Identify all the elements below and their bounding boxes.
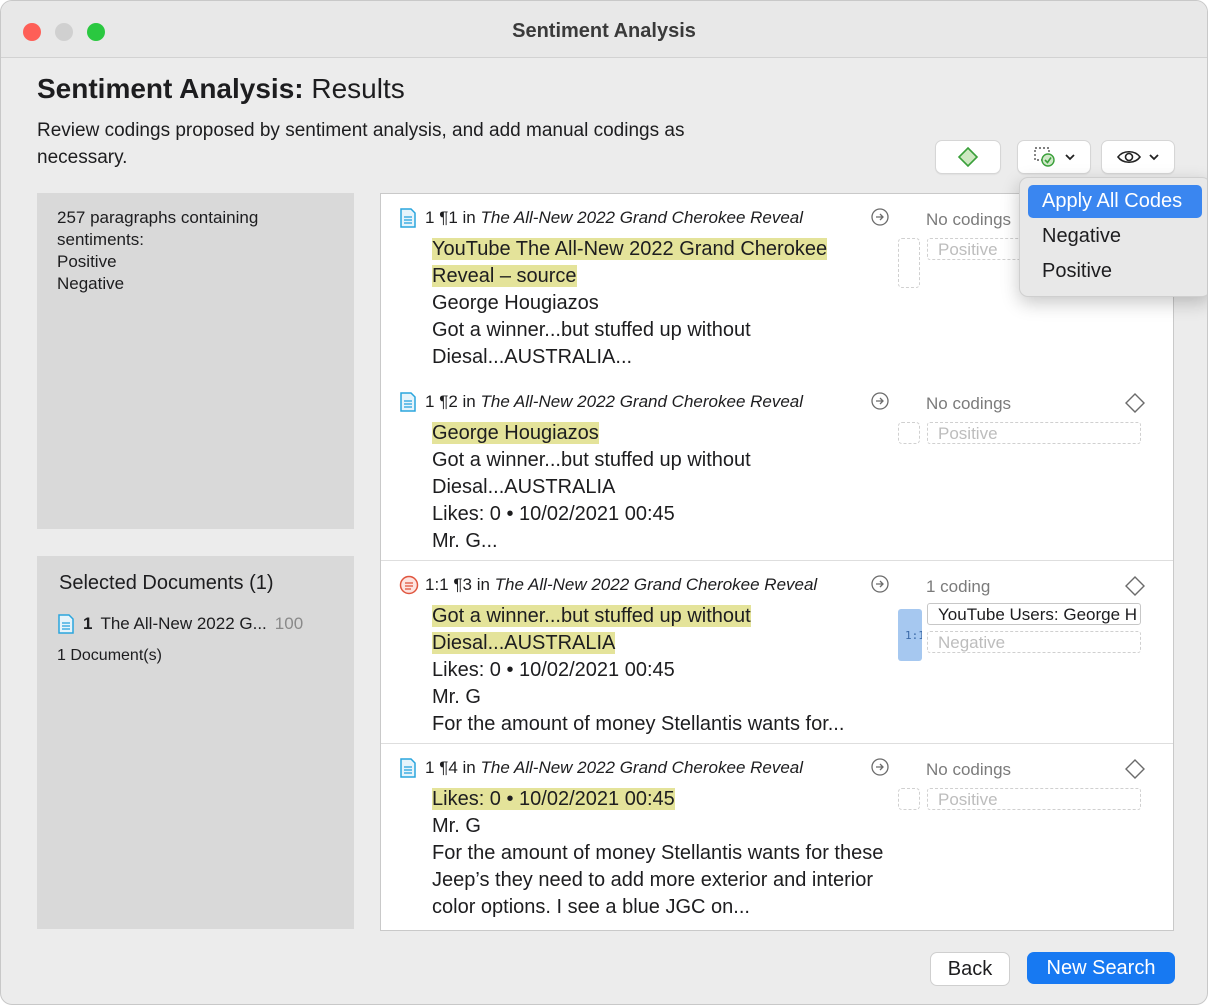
diamond-icon[interactable] <box>1124 758 1146 780</box>
go-to-icon[interactable] <box>871 575 889 593</box>
document-list-item[interactable]: 1 The All-New 2022 G... 100 <box>57 614 303 634</box>
result-paragraph: ¶2 <box>439 392 458 411</box>
result-header: 1 ¶2 in The All-New 2022 Grand Cherokee … <box>399 392 803 412</box>
coding-stripe-icon: 1:1 <box>905 629 925 642</box>
coding-status: No codings <box>926 210 1012 229</box>
sentiment-analysis-window: Sentiment Analysis Sentiment Analysis: R… <box>0 0 1208 1005</box>
apply-codes-dropdown-menu: Apply All Codes Negative Positive <box>1019 177 1207 297</box>
apply-codes-icon <box>1034 147 1055 167</box>
result-source: The All-New 2022 Grand Cherokee Reveal <box>480 758 804 777</box>
document-count-label: 1 Document(s) <box>57 647 162 664</box>
highlighted-segment: YouTube The All-New 2022 Grand Cherokee … <box>432 238 828 287</box>
selected-documents-panel: Selected Documents (1) 1 The All-New 202… <box>37 556 354 929</box>
code-slot[interactable] <box>898 422 920 444</box>
menu-item-apply-all-codes[interactable]: Apply All Codes <box>1028 185 1202 218</box>
result-doc-number: 1 <box>425 208 435 227</box>
menu-item-negative[interactable]: Negative <box>1028 220 1202 253</box>
document-icon <box>400 208 416 228</box>
result-text-rest: Got a winner...but stuffed up without Di… <box>432 449 751 552</box>
page-subtitle: Review codings proposed by sentiment ana… <box>37 120 685 168</box>
code-drop-box[interactable]: Negative <box>927 631 1141 653</box>
menu-item-positive[interactable]: Positive <box>1028 255 1202 288</box>
highlighted-segment: Got a winner...but stuffed up without Di… <box>432 605 751 654</box>
document-count: 100 <box>274 614 304 633</box>
result-text: George Hougiazos Got a winner...but stuff… <box>432 420 892 555</box>
summary-sentiment-positive: Positive <box>57 252 117 271</box>
result-header: 1 ¶4 in The All-New 2022 Grand Cherokee … <box>399 758 803 778</box>
code-slot[interactable] <box>898 238 920 288</box>
summary-panel: 257 paragraphs containing sentiments: Po… <box>37 193 354 529</box>
document-icon <box>58 614 74 634</box>
coding-status: No codings <box>926 760 1012 779</box>
eye-icon <box>1117 150 1141 164</box>
chevron-down-icon <box>1065 154 1075 161</box>
highlighted-segment: George Hougiazos <box>432 422 599 444</box>
svg-text:1:1: 1:1 <box>905 629 922 642</box>
result-doc-number: 1 <box>425 392 435 411</box>
document-icon <box>400 392 416 412</box>
code-drop-box[interactable]: Positive <box>927 788 1141 810</box>
result-doc-number: 1 <box>425 758 435 777</box>
document-number: 1 <box>83 614 93 633</box>
result-in-label: in <box>462 758 476 777</box>
result-paragraph: ¶1 <box>439 208 458 227</box>
result-text-rest: Likes: 0 • 10/02/2021 00:45 Mr. G For th… <box>432 659 845 735</box>
result-header: 1:1 ¶3 in The All-New 2022 Grand Cheroke… <box>399 575 817 595</box>
coded-segment-icon <box>399 575 419 595</box>
page-title-rest: Results <box>311 73 405 104</box>
result-text: Got a winner...but stuffed up without Di… <box>432 603 892 738</box>
window-title: Sentiment Analysis <box>512 20 696 42</box>
result-source: The All-New 2022 Grand Cherokee Reveal <box>480 392 804 411</box>
code-slot[interactable] <box>898 788 920 810</box>
result-text: YouTube The All-New 2022 Grand Cherokee … <box>432 236 892 371</box>
go-to-icon[interactable] <box>871 392 889 410</box>
apply-codes-menu-button[interactable] <box>1017 140 1091 174</box>
go-to-icon[interactable] <box>871 758 889 776</box>
page-title: Sentiment Analysis: Results <box>37 73 405 105</box>
result-item[interactable]: 1 ¶2 in The All-New 2022 Grand Cherokee … <box>381 378 1173 561</box>
new-search-button[interactable]: New Search <box>1027 952 1175 984</box>
results-list[interactable]: 1 ¶1 in The All-New 2022 Grand Cherokee … <box>380 193 1174 931</box>
applied-code[interactable]: YouTube Users: George H <box>927 603 1141 625</box>
result-source: The All-New 2022 Grand Cherokee Reveal <box>494 575 818 594</box>
result-paragraph: ¶3 <box>453 575 472 594</box>
result-in-label: in <box>462 392 476 411</box>
selected-documents-heading: Selected Documents (1) <box>59 572 274 594</box>
code-diamond-button[interactable] <box>935 140 1001 174</box>
summary-text: 257 paragraphs containing sentiments: Po… <box>57 207 317 295</box>
chevron-down-icon <box>1149 154 1159 161</box>
title-bar: Sentiment Analysis <box>1 1 1207 58</box>
summary-heading: 257 paragraphs containing sentiments: <box>57 208 259 249</box>
coding-status: No codings <box>926 394 1012 413</box>
document-icon <box>400 758 416 778</box>
coding-status: 1 coding <box>926 577 991 596</box>
diamond-icon[interactable] <box>1124 392 1146 414</box>
coding-stripe[interactable]: 1:1 <box>898 609 925 661</box>
diamond-icon <box>957 146 979 168</box>
result-paragraph: ¶4 <box>439 758 458 777</box>
view-options-button[interactable] <box>1101 140 1175 174</box>
result-in-label: in <box>476 575 490 594</box>
result-source: The All-New 2022 Grand Cherokee Reveal <box>480 208 804 227</box>
result-in-label: in <box>462 208 476 227</box>
page-title-bold: Sentiment Analysis: <box>37 73 304 104</box>
result-text-rest: George Hougiazos Got a winner...but stuf… <box>432 292 751 368</box>
summary-sentiment-negative: Negative <box>57 274 125 293</box>
result-item[interactable]: 1 ¶4 in The All-New 2022 Grand Cherokee … <box>381 744 1173 930</box>
result-doc-number: 1:1 <box>425 575 449 594</box>
back-button[interactable]: Back <box>930 952 1010 986</box>
result-header: 1 ¶1 in The All-New 2022 Grand Cherokee … <box>399 208 803 228</box>
highlighted-segment: Likes: 0 • 10/02/2021 00:45 <box>432 788 675 810</box>
diamond-icon[interactable] <box>1124 575 1146 597</box>
result-text: Likes: 0 • 10/02/2021 00:45 Mr. G For the… <box>432 786 892 921</box>
code-drop-box[interactable]: Positive <box>927 422 1141 444</box>
document-name: The All-New 2022 G... <box>100 614 267 633</box>
result-text-rest: Mr. G For the amount of money Stellantis… <box>432 815 884 918</box>
result-item[interactable]: 1:1 ¶3 in The All-New 2022 Grand Cheroke… <box>381 561 1173 744</box>
go-to-icon[interactable] <box>871 208 889 226</box>
